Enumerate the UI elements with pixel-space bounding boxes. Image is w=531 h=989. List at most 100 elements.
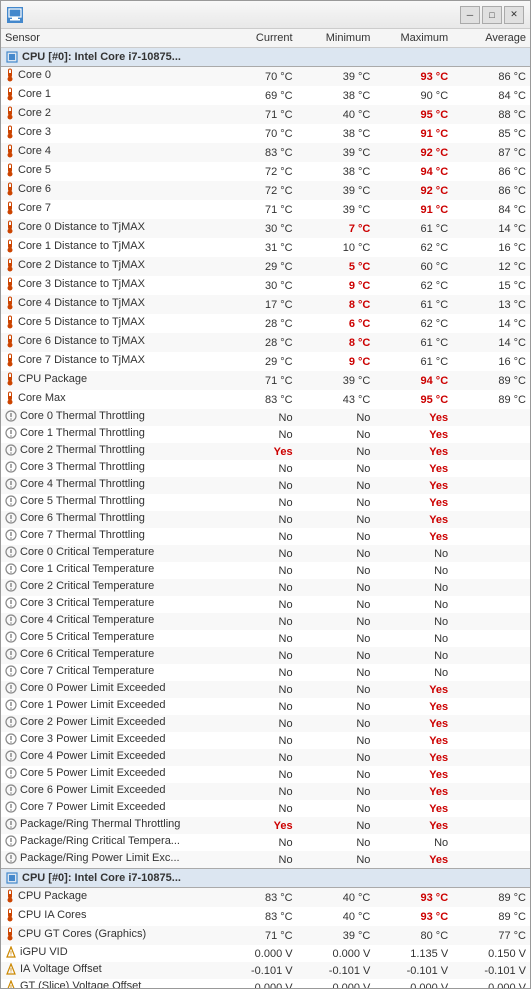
table-row[interactable]: Package/Ring Power Limit Exc... No No Ye… [1, 851, 530, 869]
sensor-minimum: 38 °C [297, 124, 375, 143]
table-row[interactable]: Core 7 Distance to TjMAX 29 °C 9 °C 61 °… [1, 352, 530, 371]
sensor-maximum: Yes [374, 426, 452, 443]
sensor-minimum: 10 °C [297, 238, 375, 257]
sensor-average: 84 °C [452, 86, 530, 105]
sensor-minimum: 39 °C [297, 200, 375, 219]
section-header-0: CPU [#0]: Intel Core i7-10875... [1, 48, 530, 67]
table-row[interactable]: Core 2 Critical Temperature No No No [1, 579, 530, 596]
sensor-minimum: 39 °C [297, 181, 375, 200]
table-row[interactable]: Core 3 Distance to TjMAX 30 °C 9 °C 62 °… [1, 276, 530, 295]
sensor-current: 70 °C [219, 67, 297, 87]
header-minimum: Minimum [297, 29, 375, 48]
sensor-name: CPU IA Cores [1, 907, 219, 926]
table-row[interactable]: Core 3 Critical Temperature No No No [1, 596, 530, 613]
table-row[interactable]: Core 1 Power Limit Exceeded No No Yes [1, 698, 530, 715]
table-row[interactable]: Core Max 83 °C 43 °C 95 °C 89 °C [1, 390, 530, 409]
table-row[interactable]: Core 6 Power Limit Exceeded No No Yes [1, 783, 530, 800]
table-row[interactable]: CPU IA Cores 83 °C 40 °C 93 °C 89 °C [1, 907, 530, 926]
minimize-button[interactable]: ─ [460, 6, 480, 24]
sensor-name: Core 4 Thermal Throttling [1, 477, 219, 494]
table-row[interactable]: Core 4 Distance to TjMAX 17 °C 8 °C 61 °… [1, 295, 530, 314]
sensor-name: Core 1 Thermal Throttling [1, 426, 219, 443]
svg-text:!: ! [10, 952, 12, 958]
table-row[interactable]: Core 3 70 °C 38 °C 91 °C 85 °C [1, 124, 530, 143]
table-row[interactable]: Core 2 Power Limit Exceeded No No Yes [1, 715, 530, 732]
table-row[interactable]: Package/Ring Critical Tempera... No No N… [1, 834, 530, 851]
sensor-minimum: 6 °C [297, 314, 375, 333]
table-row[interactable]: Core 4 Thermal Throttling No No Yes [1, 477, 530, 494]
table-row[interactable]: Core 7 Thermal Throttling No No Yes [1, 528, 530, 545]
table-row[interactable]: Core 5 Critical Temperature No No No [1, 630, 530, 647]
sensor-minimum: 40 °C [297, 888, 375, 908]
table-row[interactable]: Core 6 Thermal Throttling No No Yes [1, 511, 530, 528]
sensor-minimum: No [297, 443, 375, 460]
sensor-maximum: No [374, 630, 452, 647]
table-row[interactable]: Core 5 Power Limit Exceeded No No Yes [1, 766, 530, 783]
sensor-maximum: 91 °C [374, 200, 452, 219]
table-row[interactable]: Core 4 Critical Temperature No No No [1, 613, 530, 630]
table-row[interactable]: Core 0 Power Limit Exceeded No No Yes [1, 681, 530, 698]
table-row[interactable]: Core 0 Thermal Throttling No No Yes [1, 409, 530, 426]
table-row[interactable]: Core 6 Distance to TjMAX 28 °C 8 °C 61 °… [1, 333, 530, 352]
sensor-average: 12 °C [452, 257, 530, 276]
sensor-current: Yes [219, 817, 297, 834]
table-row[interactable]: ! iGPU VID 0.000 V 0.000 V 1.135 V 0.150… [1, 945, 530, 962]
sensor-minimum: No [297, 851, 375, 869]
table-row[interactable]: Core 3 Power Limit Exceeded No No Yes [1, 732, 530, 749]
close-button[interactable]: ✕ [504, 6, 524, 24]
table-row[interactable]: Core 2 Thermal Throttling Yes No Yes [1, 443, 530, 460]
sensor-maximum: Yes [374, 766, 452, 783]
table-row[interactable]: Core 1 Critical Temperature No No No [1, 562, 530, 579]
sensor-maximum: No [374, 596, 452, 613]
sensor-average [452, 579, 530, 596]
table-row[interactable]: Core 5 Thermal Throttling No No Yes [1, 494, 530, 511]
table-row[interactable]: CPU Package 71 °C 39 °C 94 °C 89 °C [1, 371, 530, 390]
sensor-current: No [219, 834, 297, 851]
table-row[interactable]: Core 4 83 °C 39 °C 92 °C 87 °C [1, 143, 530, 162]
sensor-minimum: No [297, 698, 375, 715]
section-label: CPU [#0]: Intel Core i7-10875... [1, 48, 530, 67]
sensor-average [452, 664, 530, 681]
sensor-name: Core 2 Thermal Throttling [1, 443, 219, 460]
sensor-maximum: Yes [374, 511, 452, 528]
sensor-current: Yes [219, 443, 297, 460]
table-row[interactable]: Core 4 Power Limit Exceeded No No Yes [1, 749, 530, 766]
table-row[interactable]: Core 2 Distance to TjMAX 29 °C 5 °C 60 °… [1, 257, 530, 276]
table-row[interactable]: CPU Package 83 °C 40 °C 93 °C 89 °C [1, 888, 530, 908]
sensor-average [452, 647, 530, 664]
table-row[interactable]: Core 5 72 °C 38 °C 94 °C 86 °C [1, 162, 530, 181]
table-row[interactable]: Core 1 69 °C 38 °C 90 °C 84 °C [1, 86, 530, 105]
sensor-name: Core 6 Power Limit Exceeded [1, 783, 219, 800]
table-row[interactable]: Core 1 Distance to TjMAX 31 °C 10 °C 62 … [1, 238, 530, 257]
table-row[interactable]: Core 0 Critical Temperature No No No [1, 545, 530, 562]
table-row[interactable]: Core 6 72 °C 39 °C 92 °C 86 °C [1, 181, 530, 200]
table-row[interactable]: ! GT (Slice) Voltage Offset 0.000 V 0.00… [1, 979, 530, 988]
sensor-minimum: 40 °C [297, 105, 375, 124]
sensor-minimum: -0.101 V [297, 962, 375, 979]
table-row[interactable]: Core 3 Thermal Throttling No No Yes [1, 460, 530, 477]
table-row[interactable]: Core 2 71 °C 40 °C 95 °C 88 °C [1, 105, 530, 124]
table-row[interactable]: Package/Ring Thermal Throttling Yes No Y… [1, 817, 530, 834]
sensor-current: No [219, 579, 297, 596]
sensor-name: Core 1 [1, 86, 219, 105]
restore-button[interactable]: □ [482, 6, 502, 24]
sensor-average: 13 °C [452, 295, 530, 314]
sensor-table-container[interactable]: Sensor Current Minimum Maximum Average C… [1, 29, 530, 988]
sensor-name: Package/Ring Power Limit Exc... [1, 851, 219, 869]
sensor-maximum: 92 °C [374, 181, 452, 200]
sensor-name: Core 7 Critical Temperature [1, 664, 219, 681]
table-row[interactable]: Core 1 Thermal Throttling No No Yes [1, 426, 530, 443]
table-row[interactable]: CPU GT Cores (Graphics) 71 °C 39 °C 80 °… [1, 926, 530, 945]
sensor-current: 30 °C [219, 219, 297, 238]
sensor-minimum: No [297, 647, 375, 664]
table-row[interactable]: ! IA Voltage Offset -0.101 V -0.101 V -0… [1, 962, 530, 979]
table-row[interactable]: Core 7 Power Limit Exceeded No No Yes [1, 800, 530, 817]
table-row[interactable]: Core 0 70 °C 39 °C 93 °C 86 °C [1, 67, 530, 87]
sensor-current: No [219, 749, 297, 766]
table-row[interactable]: Core 5 Distance to TjMAX 28 °C 6 °C 62 °… [1, 314, 530, 333]
sensor-minimum: No [297, 460, 375, 477]
table-row[interactable]: Core 0 Distance to TjMAX 30 °C 7 °C 61 °… [1, 219, 530, 238]
table-row[interactable]: Core 6 Critical Temperature No No No [1, 647, 530, 664]
table-row[interactable]: Core 7 Critical Temperature No No No [1, 664, 530, 681]
table-row[interactable]: Core 7 71 °C 39 °C 91 °C 84 °C [1, 200, 530, 219]
